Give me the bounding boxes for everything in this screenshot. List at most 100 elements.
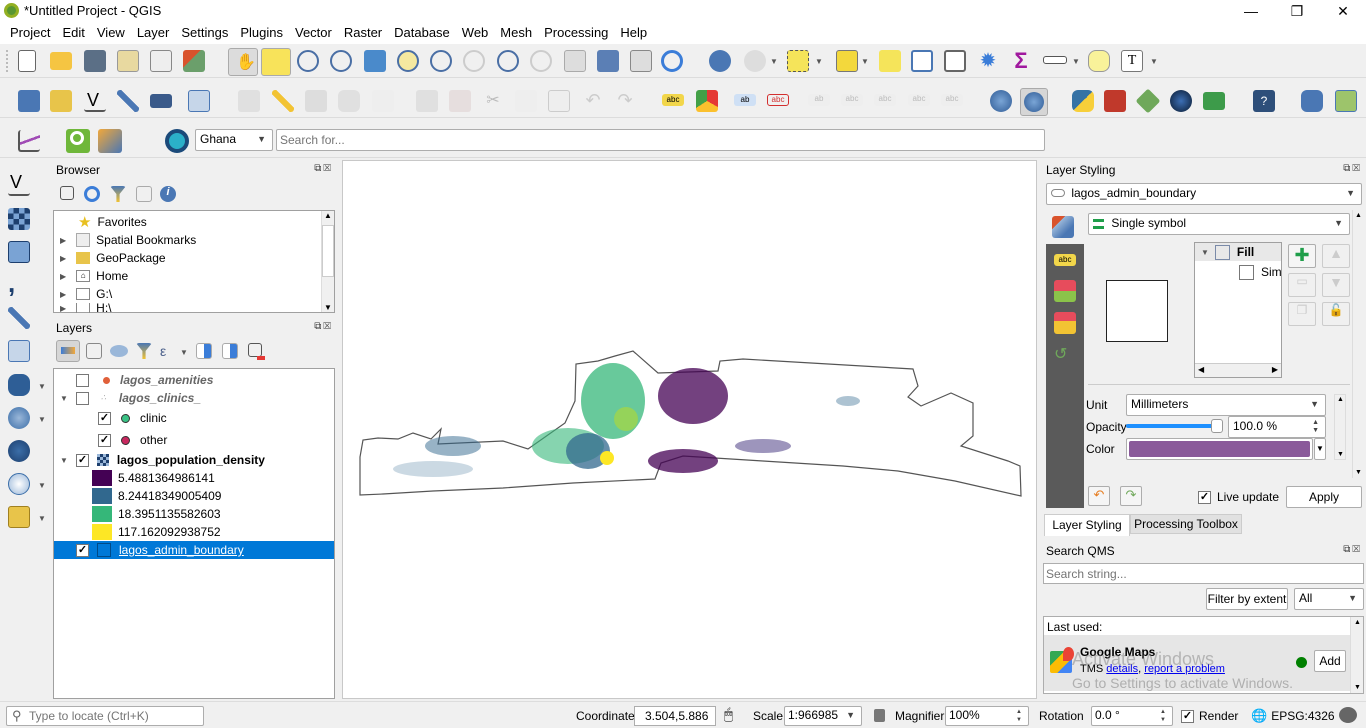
statistical-summary-icon[interactable]: Σ — [1010, 50, 1032, 72]
toolbar-grip[interactable] — [6, 50, 9, 72]
field-calculator-icon[interactable] — [944, 50, 966, 72]
add-selected-layers-icon[interactable] — [60, 186, 74, 200]
pan-map-icon[interactable]: ✋ — [228, 48, 258, 76]
collapse-all-icon[interactable] — [222, 343, 238, 359]
add-mesh-layer-icon[interactable] — [8, 241, 30, 263]
panel-float-close-icons[interactable]: ⧉☒ — [1343, 544, 1362, 555]
filter-legend-icon[interactable] — [136, 343, 152, 359]
remove-symbol-layer-button[interactable]: ▭ — [1288, 273, 1316, 297]
maximize-button[interactable]: ❐ — [1274, 0, 1320, 22]
diagrams-tab-icon[interactable] — [1054, 312, 1076, 334]
toggle-extents-icon[interactable]: 🖱 — [724, 706, 733, 723]
qms-plugin-icon[interactable] — [1135, 88, 1161, 114]
unit-select[interactable]: Millimeters ▼ — [1126, 394, 1326, 416]
chevron-down-icon[interactable]: ▼ — [38, 481, 46, 490]
panel-float-close-icons[interactable]: ⧉☒ — [1343, 163, 1362, 174]
collapse-arrow-icon[interactable]: ▼ — [60, 394, 68, 403]
locate-search-icon[interactable] — [66, 129, 90, 153]
undo-icon[interactable]: ↶ — [582, 90, 604, 112]
rotate-label-icon[interactable]: abc — [908, 94, 930, 106]
lock-layer-color-button[interactable]: 🔓 — [1322, 302, 1350, 326]
browser-item-geopackage[interactable]: ▶ GeoPackage — [60, 249, 166, 267]
refresh-icon[interactable] — [661, 50, 683, 72]
category-checkbox[interactable]: ✓ — [98, 433, 111, 447]
apply-button[interactable]: Apply — [1286, 486, 1362, 508]
geocoder-icon[interactable] — [165, 129, 189, 153]
chevron-down-icon[interactable]: ▼ — [38, 415, 46, 424]
toggle-editing-icon[interactable] — [272, 90, 294, 112]
new-mesh-layer-icon[interactable] — [188, 90, 210, 112]
filter-icon[interactable] — [110, 186, 126, 202]
zoom-full-icon[interactable] — [364, 50, 386, 72]
chevron-down-icon[interactable]: ▼ — [38, 382, 46, 391]
zoom-in-icon[interactable] — [297, 50, 319, 72]
save-project-icon[interactable] — [84, 50, 106, 72]
search-wms-button[interactable] — [1020, 88, 1048, 116]
open-layer-styling-icon[interactable] — [56, 340, 80, 362]
menu-plugins[interactable]: Plugins — [234, 22, 289, 44]
select-by-value-icon[interactable] — [836, 50, 858, 72]
move-down-button[interactable]: ▼ — [1322, 273, 1350, 297]
spinner-arrows-icon[interactable]: ▲ ▼ — [1312, 419, 1319, 435]
move-label-2-icon[interactable]: abc — [874, 94, 896, 106]
new-geopackage-layer-icon[interactable] — [50, 90, 72, 112]
geocoder-search-input[interactable] — [276, 129, 1045, 151]
chevron-down-icon[interactable]: ▼ — [861, 57, 869, 66]
help-icon[interactable]: ? — [1253, 90, 1275, 112]
collapse-arrow-icon[interactable]: ▼ — [60, 456, 68, 465]
chevron-down-icon[interactable]: ▼ — [770, 57, 778, 66]
expand-arrow-icon[interactable]: ▶ — [60, 272, 66, 281]
modify-attributes-icon[interactable] — [416, 90, 438, 112]
expand-arrow-icon[interactable]: ▶ — [60, 304, 66, 313]
zoom-next-icon[interactable] — [530, 50, 552, 72]
layer-item-lagos-clinics[interactable]: ▼ ∴ lagos_clinics_ — [60, 389, 201, 407]
filter-by-extent-button[interactable]: Filter by extent — [1206, 588, 1288, 610]
current-edits-icon[interactable] — [238, 90, 260, 112]
menu-edit[interactable]: Edit — [56, 22, 90, 44]
new-shapefile-layer-icon[interactable]: V — [84, 90, 106, 112]
add-polygon-feature-icon[interactable] — [338, 90, 360, 112]
filter-by-expression-icon[interactable]: ε — [160, 343, 176, 359]
qms-search-input[interactable] — [1043, 563, 1364, 584]
lock-scale-icon[interactable] — [874, 709, 885, 722]
zoom-to-layer-icon[interactable] — [430, 50, 452, 72]
menu-project[interactable]: Project — [4, 22, 56, 44]
add-delimited-text-icon[interactable]: V — [8, 172, 30, 196]
renderer-select[interactable]: Single symbol ▼ — [1088, 213, 1350, 235]
new-map-view-icon[interactable] — [564, 50, 586, 72]
chevron-down-icon[interactable]: ▼ — [180, 348, 188, 357]
run-feature-action-icon[interactable] — [744, 50, 766, 72]
color-button[interactable] — [1126, 438, 1313, 460]
messages-icon[interactable] — [1339, 707, 1357, 723]
expand-arrow-icon[interactable]: ▶ — [60, 236, 66, 245]
symbol-layer-tree[interactable]: ▼ Fill Sim ◀ ▶ — [1194, 242, 1282, 378]
chevron-down-icon[interactable]: ▼ — [815, 57, 823, 66]
show-bookmarks-icon[interactable] — [630, 50, 652, 72]
zoom-to-selection-icon[interactable] — [397, 50, 419, 72]
live-update-toggle[interactable]: ✓ Live update — [1198, 488, 1279, 506]
opacity-spinbox[interactable]: 100.0 % ▲ ▼ — [1228, 416, 1326, 438]
manage-visibility-icon[interactable] — [110, 345, 128, 357]
add-postgis-layer-icon[interactable] — [8, 374, 30, 396]
delete-selected-icon[interactable] — [449, 90, 471, 112]
collapse-all-icon[interactable] — [136, 186, 152, 202]
add-service-button[interactable]: Add — [1314, 650, 1346, 672]
layer-visibility-checkbox[interactable] — [76, 373, 89, 387]
change-label-icon[interactable]: abc — [941, 94, 963, 106]
legend-item-other[interactable]: ✓ other — [98, 431, 167, 449]
zoom-out-icon[interactable] — [330, 50, 352, 72]
browser-item-favorites[interactable]: ★ Favorites — [78, 213, 147, 231]
browser-item-g-drive[interactable]: ▶ G:\ — [60, 285, 112, 303]
menu-vector[interactable]: Vector — [289, 22, 338, 44]
map-swipe-icon[interactable] — [1203, 92, 1225, 110]
menu-web[interactable]: Web — [456, 22, 495, 44]
coordinate-field[interactable]: 3.504,5.886 — [634, 706, 716, 726]
layer-select[interactable]: lagos_admin_boundary ▼ — [1046, 183, 1362, 205]
tab-layer-styling[interactable]: Layer Styling — [1044, 514, 1130, 536]
expand-all-icon[interactable] — [196, 343, 212, 359]
scroll-up-icon[interactable]: ▲ — [322, 211, 334, 220]
add-symbol-layer-button[interactable]: ✚ — [1288, 244, 1316, 268]
redo-style-button[interactable]: ↷ — [1120, 486, 1142, 506]
layer-visibility-checkbox[interactable] — [75, 391, 89, 405]
qms-scrollbar[interactable]: ▲ ▼ — [1350, 617, 1363, 693]
